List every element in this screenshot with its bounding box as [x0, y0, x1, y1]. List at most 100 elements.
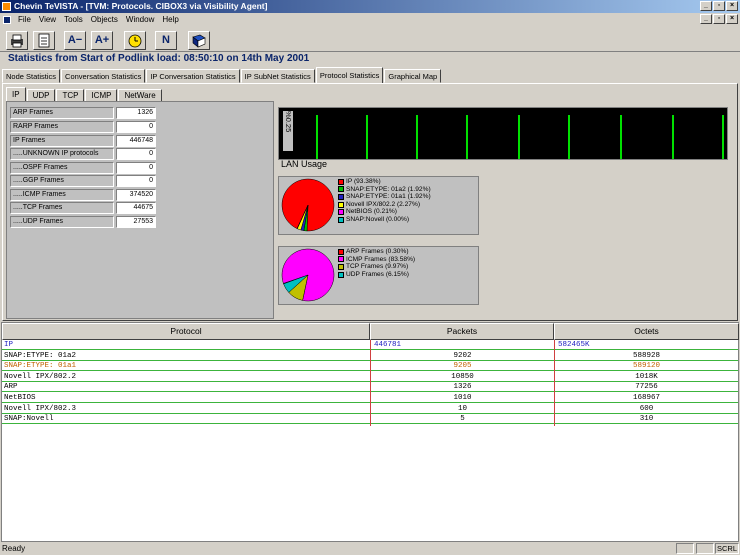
menu-objects[interactable]: Objects	[87, 13, 122, 27]
protocol-cell: Novell IPX/802.2	[4, 372, 77, 381]
mdi-minimize-button[interactable]: _	[700, 14, 712, 24]
stat-label: IP Frames	[10, 135, 114, 147]
protocol-cell: SNAP:ETYPE: 01a1	[4, 362, 77, 371]
packets-cell: 1010	[453, 394, 472, 402]
menu-file[interactable]: File	[14, 13, 35, 27]
lan-usage-spike	[366, 115, 368, 159]
legend-swatch	[338, 186, 344, 193]
tab-protocol-statistics[interactable]: Protocol Statistics	[315, 67, 384, 83]
stat-value: 0	[116, 162, 156, 174]
tab-graphical-map[interactable]: Graphical Map	[384, 69, 442, 83]
octets-cell: 77256	[635, 383, 658, 392]
stat-label: .....TCP Frames	[10, 202, 114, 214]
tab-ip-conversation-statistics[interactable]: IP Conversation Statistics	[146, 69, 240, 83]
stat-row: .....GGP Frames 0	[10, 175, 156, 187]
lan-usage-chart	[279, 108, 727, 159]
packets-cell: 10850	[451, 372, 474, 381]
book-icon	[192, 34, 206, 48]
menu-bar: File View Tools Objects Window Help	[0, 13, 740, 27]
status-panel	[696, 543, 714, 554]
new-button[interactable]: N	[155, 31, 177, 50]
column-divider	[370, 340, 371, 426]
stats-headline: Statistics from Start of Podlink load: 0…	[8, 53, 310, 64]
stat-label: .....GGP Frames	[10, 175, 114, 187]
legend-swatch	[338, 216, 344, 223]
legend-swatch	[338, 193, 344, 200]
print-button[interactable]	[6, 31, 28, 50]
status-panel	[676, 543, 694, 554]
legend-label: ARP Frames (0.30%)	[346, 248, 409, 255]
packets-cell: 1326	[453, 383, 472, 392]
menu-window[interactable]: Window	[122, 13, 158, 27]
stat-row: .....ICMP Frames 374520	[10, 189, 156, 201]
ip-stats-panel: ARP Frames 1326 RARP Frames 0 IP Frames 446…	[6, 101, 274, 319]
report-button[interactable]	[33, 31, 55, 50]
column-header-protocol[interactable]: Protocol	[2, 323, 370, 340]
menu-view[interactable]: View	[35, 13, 60, 27]
main-tab-bar: Node Statistics Conversation Statistics …	[2, 67, 442, 83]
legend-item: TCP Frames (9.97%)	[338, 263, 415, 271]
menu-tools[interactable]: Tools	[60, 13, 87, 27]
stat-row: IP Frames 446748	[10, 135, 156, 147]
stat-value: 44675	[116, 202, 156, 214]
protocol-pie-panel: IP (93.38%) SNAP:ETYPE: 01a2 (1.92%) SNAP:…	[278, 176, 479, 235]
ip-frames-pie-panel: ARP Frames (0.30%) ICMP Frames (83.58%) TC…	[278, 246, 479, 305]
app-icon	[2, 2, 11, 11]
minimize-button[interactable]: _	[700, 1, 712, 11]
protocol-cell: ARP	[4, 383, 18, 392]
legend-label: TCP Frames (9.97%)	[346, 263, 409, 271]
tab-node-statistics[interactable]: Node Statistics	[2, 69, 61, 83]
protocol-cell: Novell IPX/802.3	[4, 404, 77, 413]
ip-frames-pie-legend: ARP Frames (0.30%) ICMP Frames (83.58%) TC…	[338, 248, 415, 278]
lan-usage-spike	[466, 115, 468, 159]
protocol-cell: NetBIOS	[4, 394, 36, 402]
tab-ip-subnet-statistics[interactable]: IP SubNet Statistics	[240, 69, 315, 83]
stat-value: 1326	[116, 107, 156, 119]
legend-item: IP (93.38%)	[338, 178, 431, 186]
toolbar: A− A+ N	[0, 28, 740, 52]
close-button[interactable]: ×	[726, 1, 738, 11]
lan-usage-spike	[416, 115, 418, 159]
legend-label: NetBIOS (0.21%)	[346, 208, 397, 216]
subtab-ip[interactable]: IP	[6, 87, 26, 102]
maximize-button[interactable]: ▫	[713, 1, 725, 11]
stat-row: ARP Frames 1326	[10, 107, 156, 119]
lan-usage-spike	[620, 115, 622, 159]
font-increase-button[interactable]: A+	[91, 31, 113, 50]
clock-icon	[128, 34, 142, 48]
packets-cell: 9202	[453, 351, 472, 360]
octets-cell: 582465K	[558, 341, 590, 349]
protocol-cell: IP	[4, 341, 14, 349]
help-book-button[interactable]	[188, 31, 210, 50]
lan-usage-spike	[568, 115, 570, 159]
document-icon[interactable]	[3, 16, 11, 24]
column-header-octets[interactable]: Octets	[554, 323, 739, 340]
stat-label: .....UDP Frames	[10, 216, 114, 228]
column-header-packets[interactable]: Packets	[370, 323, 554, 340]
printer-icon	[11, 34, 23, 48]
legend-label: UDP Frames (6.15%)	[346, 270, 409, 278]
font-decrease-button[interactable]: A−	[64, 31, 86, 50]
legend-label: SNAP:ETYPE: 01a2 (1.92%)	[346, 185, 431, 193]
lan-usage-label: LAN Usage	[281, 159, 328, 169]
mdi-close-button[interactable]: ×	[726, 14, 738, 24]
legend-swatch	[338, 178, 344, 185]
legend-item: SNAP:ETYPE: 01a2 (1.92%)	[338, 186, 431, 194]
stat-label: ARP Frames	[10, 107, 114, 119]
window-title: Chevin TeVISTA - [TVM: Protocols. CIBOX3…	[14, 1, 268, 11]
column-divider	[554, 340, 555, 426]
stat-value: 0	[116, 121, 156, 133]
menu-help[interactable]: Help	[158, 13, 182, 27]
stat-value: 0	[116, 148, 156, 160]
mdi-restore-button[interactable]: ▫	[713, 14, 725, 24]
lan-usage-spike	[316, 115, 318, 159]
legend-item: ARP Frames (0.30%)	[338, 248, 415, 256]
legend-swatch	[338, 256, 344, 263]
legend-label: Novell IPX/802.2 (2.27%)	[346, 200, 421, 208]
octets-cell: 588928	[632, 351, 660, 360]
stat-value: 27553	[116, 216, 156, 228]
tab-conversation-statistics[interactable]: Conversation Statistics	[61, 69, 146, 83]
status-text: Ready	[2, 544, 26, 553]
scroll-lock-indicator: SCRL	[715, 543, 739, 554]
clock-button[interactable]	[124, 31, 146, 50]
